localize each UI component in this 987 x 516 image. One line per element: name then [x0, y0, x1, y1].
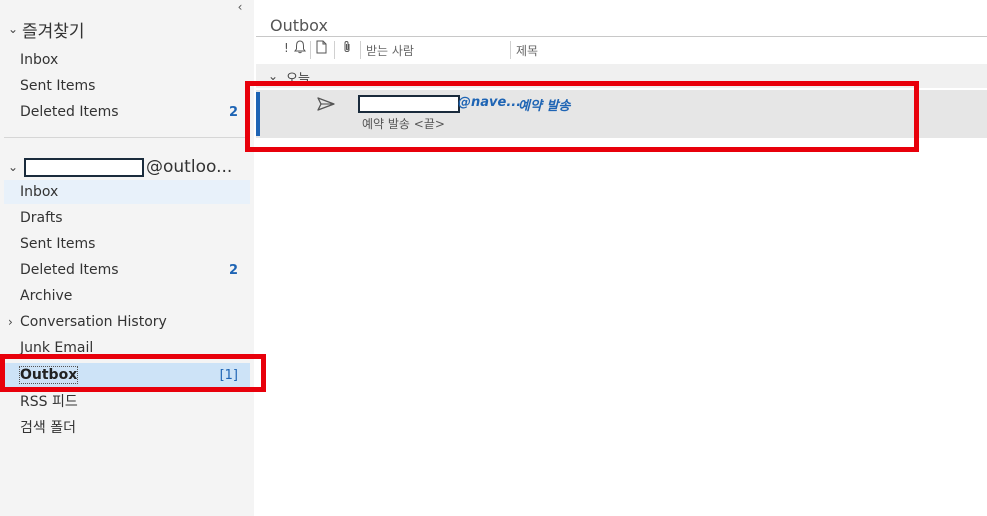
- folder-item-sent-items[interactable]: Sent Items: [4, 232, 250, 256]
- chevron-down-icon: ⌄: [7, 22, 19, 36]
- favorites-label: 즐겨찾기: [22, 21, 85, 42]
- column-separator[interactable]: [360, 41, 361, 59]
- date-group-header[interactable]: ⌄ 오늘: [256, 64, 987, 88]
- chevron-down-icon: ⌄: [7, 160, 19, 174]
- folder-item-inbox[interactable]: Inbox: [4, 180, 250, 204]
- folder-item-conversation-history[interactable]: › Conversation History: [4, 310, 250, 334]
- outbox-count: [1]: [219, 367, 238, 383]
- favorites-header[interactable]: ⌄ 즐겨찾기: [6, 16, 85, 42]
- message-subject: 예약 발송: [518, 99, 571, 114]
- favorite-item-label: Sent Items: [20, 78, 96, 94]
- favorite-item-label: Deleted Items: [20, 104, 119, 120]
- send-icon: [316, 96, 336, 112]
- folder-item-label: RSS 피드: [20, 394, 78, 410]
- selection-accent-bar: [256, 92, 260, 136]
- chevron-right-icon[interactable]: ›: [8, 315, 13, 329]
- folder-item-label: Deleted Items: [20, 262, 119, 278]
- folder-item-label: Drafts: [20, 210, 63, 226]
- redacted-account-name: [24, 157, 144, 177]
- pane-divider: [4, 137, 250, 138]
- date-group-label: 오늘: [286, 72, 310, 87]
- favorite-item-sent-items[interactable]: Sent Items: [4, 74, 250, 98]
- account-header[interactable]: ⌄ @outloo...: [6, 154, 232, 180]
- chevron-left-icon: ‹: [237, 0, 243, 14]
- folder-item-drafts[interactable]: Drafts: [4, 206, 250, 230]
- chevron-down-icon[interactable]: ⌄: [266, 69, 280, 83]
- subject-column-header[interactable]: 제목: [516, 42, 538, 59]
- unread-count: 2: [228, 104, 238, 120]
- column-header: ! 받는 사람 제목: [256, 36, 987, 63]
- favorite-item-inbox[interactable]: Inbox: [4, 48, 250, 72]
- folder-item-label: Archive: [20, 288, 73, 304]
- folder-item-deleted-items[interactable]: Deleted Items 2: [4, 258, 250, 282]
- folder-pane: ‹ ⌄ 즐겨찾기 Inbox Sent Items Deleted Items …: [0, 0, 254, 516]
- column-separator[interactable]: [334, 41, 335, 59]
- document-icon[interactable]: [316, 40, 327, 57]
- folder-item-outbox[interactable]: Outbox [1]: [4, 363, 250, 387]
- recipient-address: @nave...: [458, 95, 522, 110]
- folder-item-label: Junk Email: [20, 340, 94, 356]
- message-row[interactable]: @nave... 예약 발송 예약 발송 <끝>: [256, 90, 987, 138]
- column-separator[interactable]: [310, 41, 311, 59]
- folder-item-archive[interactable]: Archive: [4, 284, 250, 308]
- bell-icon[interactable]: [294, 40, 306, 57]
- collapse-pane-button[interactable]: ‹: [232, 0, 248, 14]
- recipient-column-header[interactable]: 받는 사람: [366, 42, 414, 59]
- folder-item-search-folders[interactable]: 검색 폴더: [4, 415, 250, 439]
- folder-item-junk-email[interactable]: Junk Email: [4, 336, 250, 360]
- message-preview: 예약 발송 <끝>: [362, 117, 445, 131]
- folder-title: Outbox: [270, 16, 328, 35]
- message-list-pane: Outbox ! 받는 사람 제목 ⌄ 오늘 @nave... 예약 발송 예약…: [256, 0, 987, 516]
- paperclip-icon[interactable]: [342, 40, 352, 57]
- column-separator[interactable]: [510, 41, 511, 59]
- folder-item-rss[interactable]: RSS 피드: [4, 389, 250, 413]
- folder-item-label: 검색 폴더: [20, 420, 76, 436]
- account-suffix: @outloo...: [146, 157, 233, 177]
- unread-count: 2: [228, 262, 238, 278]
- redacted-recipient: [358, 95, 460, 113]
- importance-column-icon[interactable]: !: [284, 41, 289, 55]
- folder-item-label: Inbox: [20, 184, 59, 200]
- folder-item-label: Outbox: [18, 366, 79, 384]
- folder-item-label: Conversation History: [20, 314, 167, 330]
- favorite-item-deleted-items[interactable]: Deleted Items 2: [4, 100, 250, 124]
- folder-item-label: Sent Items: [20, 236, 96, 252]
- favorite-item-label: Inbox: [20, 52, 59, 68]
